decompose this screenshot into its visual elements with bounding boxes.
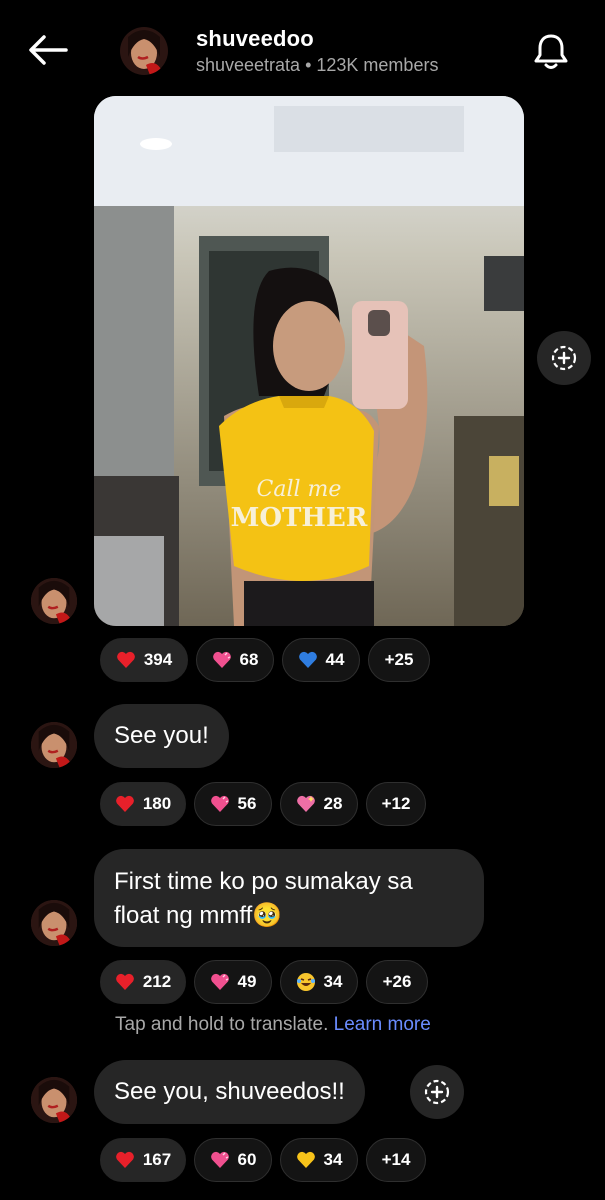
message-bubble[interactable]: First time ko po sumakay sa float ng mmf…	[94, 849, 484, 947]
reaction-chip[interactable]: 28	[280, 782, 358, 826]
more-reactions-chip[interactable]: +14	[366, 1138, 426, 1182]
reaction-chip[interactable]: 68	[196, 638, 274, 682]
red-heart-icon	[115, 1150, 135, 1170]
reaction-bar: 167 60 34 +14	[100, 1138, 426, 1184]
reaction-chip[interactable]: 60	[194, 1138, 272, 1182]
more-reactions-chip[interactable]: +12	[366, 782, 426, 826]
sender-avatar[interactable]	[31, 900, 77, 946]
channel-avatar[interactable]	[120, 27, 168, 75]
more-reactions-chip[interactable]: +26	[366, 960, 428, 1004]
translate-hint-text: Tap and hold to translate.	[115, 1014, 329, 1035]
reaction-chip[interactable]: 180	[100, 782, 186, 826]
pink-heart-icon	[210, 972, 230, 992]
sender-avatar[interactable]	[31, 1077, 77, 1123]
laughing-face-icon	[296, 972, 316, 992]
red-heart-icon	[116, 650, 136, 670]
learn-more-link[interactable]: Learn more	[334, 1014, 431, 1035]
blue-heart-icon	[298, 650, 318, 670]
message-bubble[interactable]: See you!	[94, 704, 229, 768]
reaction-chip[interactable]: 34	[280, 960, 358, 1004]
pink-heart-icon	[210, 794, 230, 814]
member-count: 123K members	[316, 55, 439, 75]
bell-icon[interactable]	[529, 30, 573, 74]
translate-hint: Tap and hold to translate. Learn more	[115, 1014, 431, 1036]
more-reactions-chip[interactable]: +25	[368, 638, 430, 682]
sender-avatar[interactable]	[31, 722, 77, 768]
reaction-chip[interactable]: 34	[280, 1138, 358, 1182]
reaction-chip[interactable]: 212	[100, 960, 186, 1004]
pink-heart-icon	[210, 1150, 230, 1170]
channel-handle: shuveeetrata	[196, 55, 301, 75]
back-arrow-icon[interactable]	[26, 32, 70, 68]
pink-heart-icon	[212, 650, 232, 670]
reaction-chip[interactable]: 44	[282, 638, 360, 682]
reaction-chip[interactable]: 56	[194, 782, 272, 826]
share-button[interactable]	[537, 331, 591, 385]
red-heart-icon	[115, 972, 135, 992]
reaction-bar: 212 49 34 +26	[100, 960, 428, 1006]
sender-avatar[interactable]	[31, 578, 77, 624]
share-icon	[424, 1079, 450, 1105]
sparkling-heart-icon	[296, 794, 316, 814]
share-icon	[551, 345, 577, 371]
channel-title[interactable]: shuveedoo	[196, 26, 314, 52]
message-bubble[interactable]: See you, shuveedos!!	[94, 1060, 365, 1124]
yellow-heart-icon	[296, 1150, 316, 1170]
reaction-bar: 394 68 44 +25	[100, 638, 430, 684]
red-heart-icon	[115, 794, 135, 814]
shirt-text-line1: Call me	[257, 477, 342, 502]
share-button[interactable]	[410, 1065, 464, 1119]
shirt-text-line2: MOTHER	[231, 503, 368, 533]
subtitle-separator: •	[300, 55, 317, 75]
channel-subtitle: shuveeetrata • 123K members	[196, 55, 438, 76]
reaction-chip[interactable]: 394	[100, 638, 188, 682]
reaction-bar: 180 56 28 +12	[100, 782, 426, 828]
reaction-chip[interactable]: 49	[194, 960, 272, 1004]
reaction-chip[interactable]: 167	[100, 1138, 186, 1182]
message-photo[interactable]: Call me MOTHER	[94, 96, 524, 626]
channel-header: shuveedoo shuveeetrata • 123K members	[0, 0, 605, 92]
